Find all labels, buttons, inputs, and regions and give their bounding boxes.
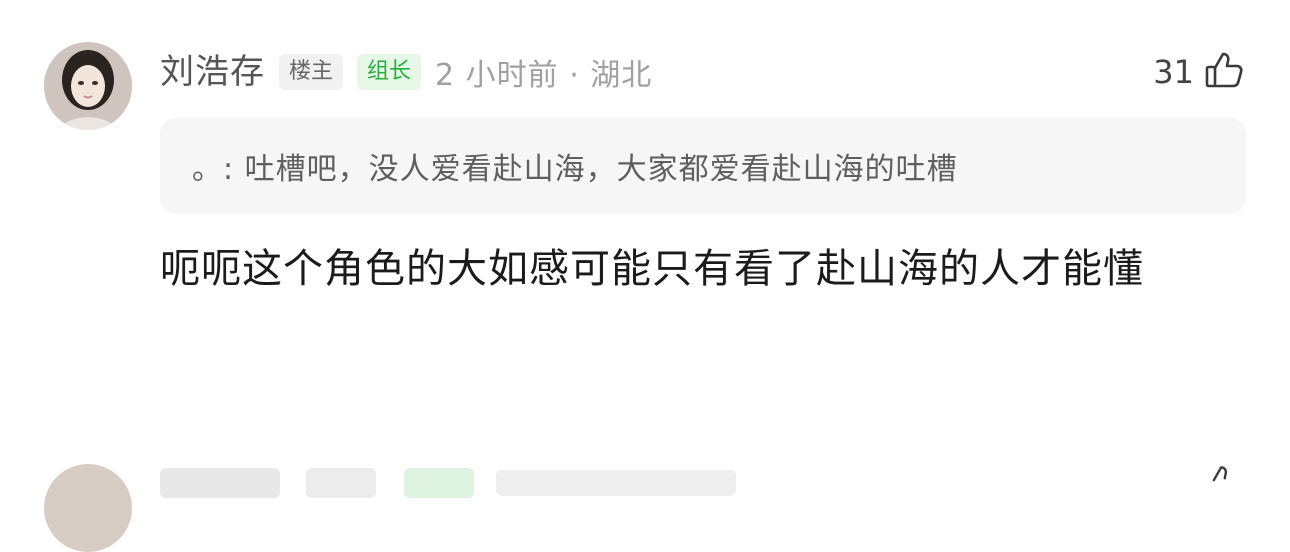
username[interactable]: 刘浩存 — [160, 55, 265, 89]
username-placeholder — [160, 468, 280, 498]
quoted-reply[interactable]: 。: 吐槽吧，没人爱看赴山海，大家都爱看赴山海的吐槽 — [160, 118, 1246, 214]
thumb-up-icon[interactable] — [1202, 48, 1246, 96]
op-badge: 楼主 — [279, 53, 344, 91]
thumb-up-icon[interactable] — [1202, 462, 1242, 506]
like-button[interactable]: 31 — [1153, 44, 1246, 100]
comment-header: 刘浩存 楼主 组长 2 小时前 · 湖北 — [160, 44, 652, 100]
like-count: 31 — [1153, 53, 1194, 91]
avatar[interactable] — [44, 42, 132, 130]
next-comment-partial — [0, 456, 1290, 552]
leader-badge-placeholder — [404, 468, 474, 498]
comment-meta-placeholder — [496, 470, 736, 496]
avatar-image — [44, 42, 132, 130]
avatar[interactable] — [44, 464, 132, 552]
op-badge-placeholder — [306, 468, 376, 498]
comment-meta: 2 小时前 · 湖北 — [435, 58, 653, 93]
comment-body: 呃呃这个角色的大如感可能只有看了赴山海的人才能懂 — [160, 246, 1144, 292]
comment-item: 刘浩存 楼主 组长 2 小时前 · 湖北 31 。: 吐槽吧，没人爱看赴山海，大… — [0, 0, 1290, 400]
leader-badge: 组长 — [357, 53, 422, 91]
